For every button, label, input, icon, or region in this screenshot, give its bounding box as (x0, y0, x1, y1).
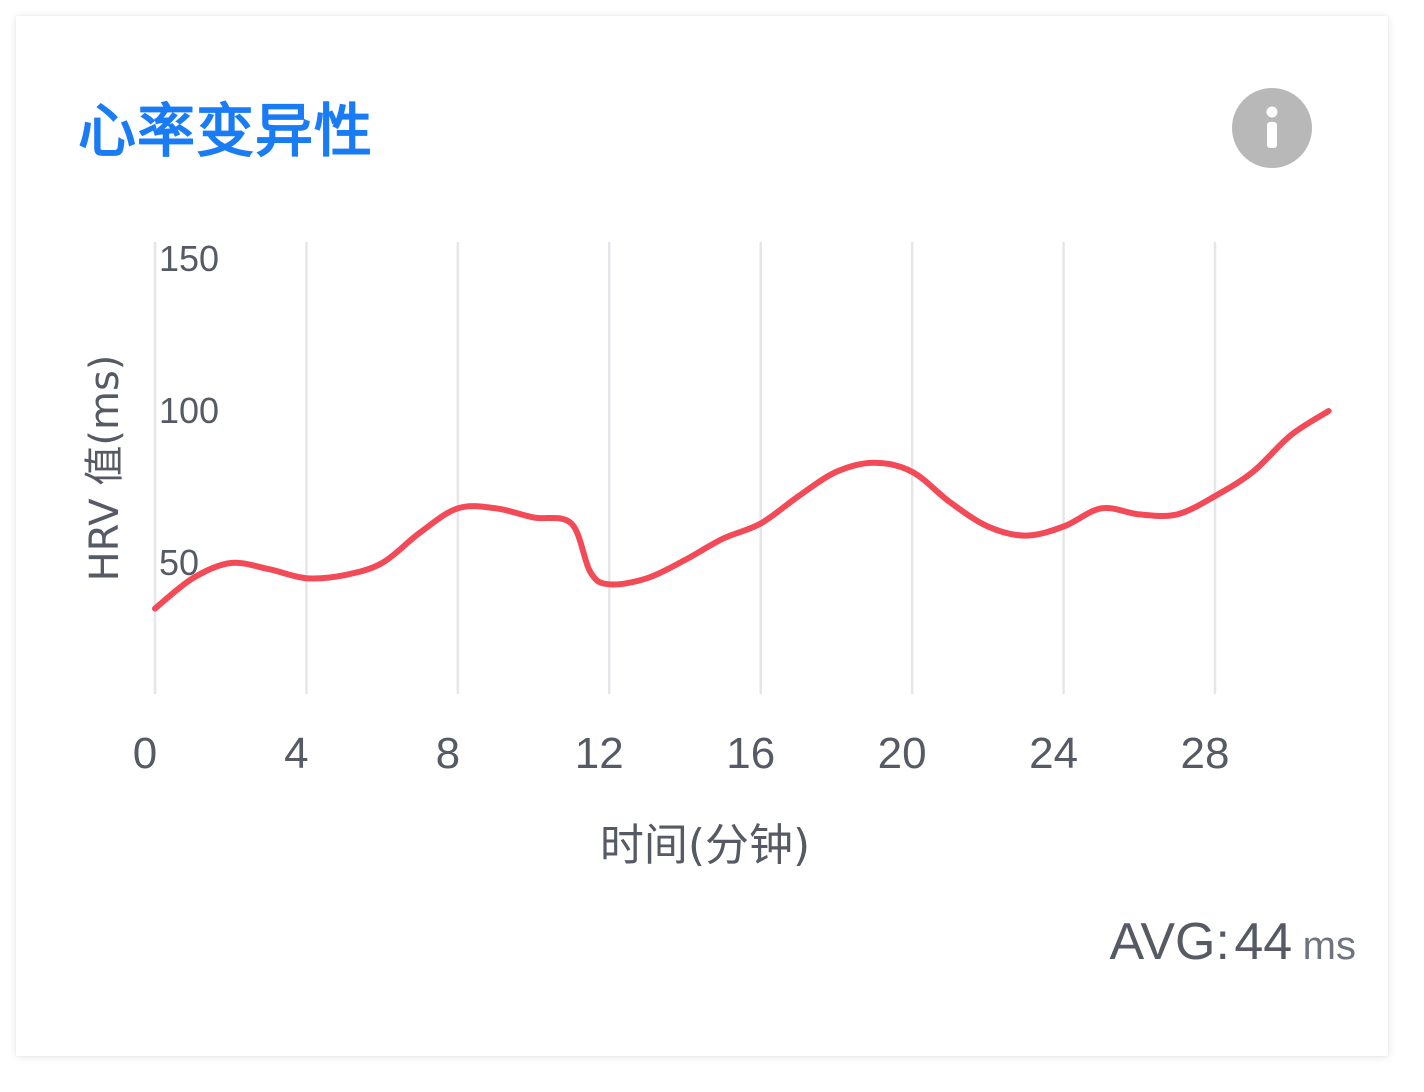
avg-label: AVG: (1109, 913, 1230, 971)
x-axis-label: 时间(分钟) (600, 820, 810, 871)
avg-summary: AVG: 44 ms (1110, 912, 1356, 972)
y-tick-label: 50 (159, 542, 199, 583)
y-tick-label: 100 (159, 390, 219, 431)
x-tick-label: 24 (1029, 729, 1078, 778)
x-tick-label: 0 (133, 729, 157, 778)
x-tick-label: 12 (575, 729, 624, 778)
chart-series (152, 408, 1332, 612)
avg-unit: ms (1302, 924, 1356, 968)
series-line-hrv (152, 408, 1332, 612)
y-axis-ticks: 50 100 150 (159, 238, 219, 583)
x-axis-ticks: 0 4 8 12 16 20 24 28 (133, 729, 1230, 778)
x-tick-label: 28 (1181, 729, 1230, 778)
y-tick-label: 150 (159, 238, 219, 279)
y-axis-label: HRV 值(ms) (82, 355, 128, 582)
x-tick-label: 4 (284, 729, 308, 778)
x-tick-label: 20 (878, 729, 927, 778)
x-tick-label: 16 (726, 729, 775, 778)
x-tick-label: 8 (436, 729, 460, 778)
chart-grid (153, 242, 1217, 694)
avg-value: 44 (1234, 913, 1293, 971)
